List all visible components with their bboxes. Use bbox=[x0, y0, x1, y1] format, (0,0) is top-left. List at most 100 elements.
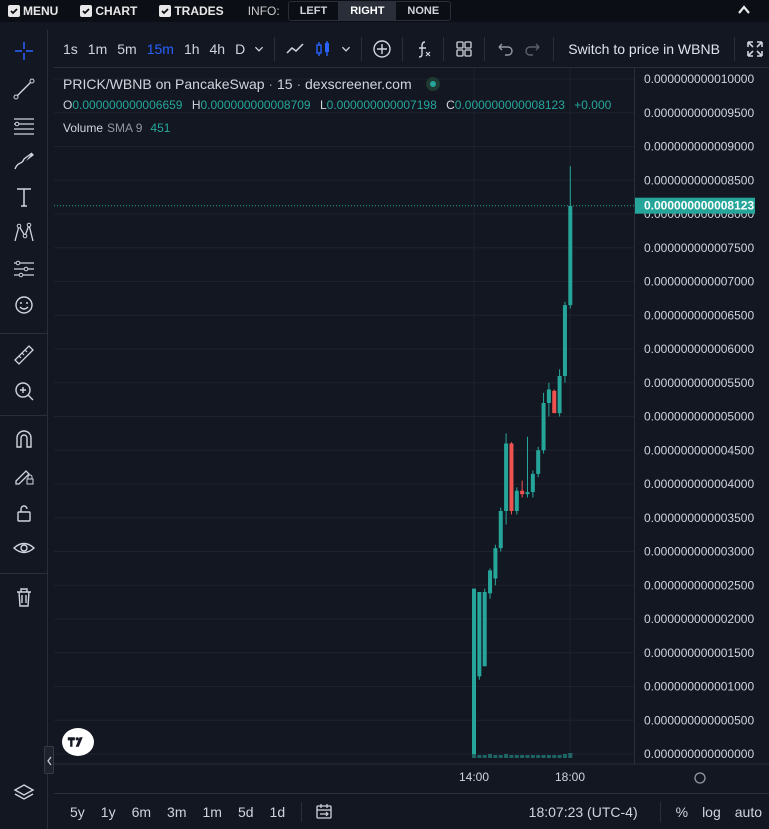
zoom-in-icon[interactable] bbox=[11, 378, 37, 404]
fullscreen-icon[interactable] bbox=[741, 35, 769, 63]
candle-body bbox=[514, 490, 519, 511]
candle-body bbox=[525, 492, 530, 495]
volume-value: 451 bbox=[150, 121, 171, 135]
candle-body bbox=[488, 570, 493, 594]
volume-sma-label: SMA 9 bbox=[107, 121, 143, 135]
ohlc-readout: O0.000000000006659 H0.000000000008709 L0… bbox=[63, 98, 631, 112]
pattern-tool-icon[interactable] bbox=[11, 220, 37, 246]
ruler-icon[interactable] bbox=[11, 342, 37, 368]
chart-legend: PRICK/WBNB on PancakeSwap · 15 · dexscre… bbox=[63, 76, 440, 92]
candle-body bbox=[498, 511, 503, 549]
crosshair-icon[interactable] bbox=[11, 38, 37, 64]
range-1m[interactable]: 1m bbox=[195, 804, 230, 820]
chevron-down-icon[interactable] bbox=[337, 35, 355, 63]
info-option-left[interactable]: LEFT bbox=[289, 2, 340, 20]
change-value: +0.000 bbox=[574, 98, 612, 112]
top-menu-bar: MENU CHART TRADES INFO: LEFT RIGHT NONE bbox=[0, 0, 769, 22]
function-icon[interactable] bbox=[409, 35, 437, 63]
toolbar-divider bbox=[361, 36, 363, 61]
volume-bar bbox=[509, 755, 514, 758]
pair-name: PRICK/WBNB on PancakeSwap bbox=[63, 76, 265, 92]
settings-gear-icon[interactable] bbox=[694, 772, 706, 784]
candlestick-icon[interactable] bbox=[309, 35, 337, 63]
volume-bar bbox=[514, 755, 519, 758]
trend-line-icon[interactable] bbox=[11, 76, 37, 102]
toolbar-divider bbox=[402, 36, 404, 61]
volume-bar bbox=[498, 755, 503, 758]
range-3m[interactable]: 3m bbox=[159, 804, 194, 820]
candle-body bbox=[477, 592, 482, 677]
tradingview-logo[interactable] bbox=[62, 728, 94, 756]
chevron-up-icon[interactable] bbox=[737, 3, 751, 17]
lock-drawing-icon[interactable] bbox=[11, 462, 37, 488]
info-label: INFO: bbox=[247, 4, 280, 18]
candle-body bbox=[493, 548, 498, 579]
volume-bar bbox=[488, 754, 493, 758]
interval-label: 15 bbox=[276, 76, 293, 92]
trades-label: TRADES bbox=[174, 4, 224, 18]
info-option-right[interactable]: RIGHT bbox=[339, 2, 397, 20]
timeframe-4h[interactable]: 4h bbox=[205, 41, 231, 57]
candle-body bbox=[482, 592, 487, 667]
toolbar-divider bbox=[484, 36, 486, 61]
toolbar-divider bbox=[0, 333, 48, 334]
switch-price-button[interactable]: Switch to price in WBNB bbox=[560, 41, 728, 57]
text-tool-icon[interactable] bbox=[11, 184, 37, 210]
redo-icon[interactable] bbox=[519, 35, 547, 63]
clock-timezone[interactable]: 18:07:23 (UTC-4) bbox=[529, 804, 638, 820]
volume-bar bbox=[568, 753, 573, 758]
add-indicator-icon[interactable] bbox=[368, 35, 396, 63]
emoji-icon[interactable] bbox=[11, 292, 37, 318]
timeframe-1m[interactable]: 1m bbox=[83, 41, 112, 57]
horizontal-lines-icon[interactable] bbox=[11, 112, 37, 138]
undo-icon[interactable] bbox=[491, 35, 519, 63]
line-chart-icon[interactable] bbox=[281, 35, 309, 63]
trades-toggle[interactable]: TRADES bbox=[159, 4, 224, 18]
volume-bar bbox=[493, 755, 498, 758]
timeframe-5m[interactable]: 5m bbox=[112, 41, 141, 57]
source-label: dexscreener.com bbox=[305, 76, 412, 92]
brush-icon[interactable] bbox=[11, 148, 37, 174]
range-5y[interactable]: 5y bbox=[62, 804, 93, 820]
toolbar-divider bbox=[0, 415, 48, 416]
candle-body bbox=[509, 443, 514, 511]
volume-bar bbox=[562, 754, 567, 758]
status-dot-icon bbox=[425, 77, 440, 91]
collapse-toolbar-button[interactable] bbox=[44, 746, 54, 774]
candle-body bbox=[546, 389, 551, 403]
range-1d[interactable]: 1d bbox=[262, 804, 294, 820]
menu-toggle[interactable]: MENU bbox=[8, 4, 58, 18]
eye-icon[interactable] bbox=[11, 535, 37, 561]
chevron-down-icon[interactable] bbox=[250, 35, 268, 63]
toolbar-divider bbox=[659, 801, 661, 822]
checkbox-icon bbox=[8, 5, 20, 17]
x-tick-label: 18:00 bbox=[555, 770, 585, 784]
timeframe-d[interactable]: D bbox=[230, 41, 250, 57]
range-1y[interactable]: 1y bbox=[93, 804, 124, 820]
candle-body bbox=[536, 450, 541, 474]
range-6m[interactable]: 6m bbox=[124, 804, 159, 820]
layout-grid-icon[interactable] bbox=[450, 35, 478, 63]
trash-icon[interactable] bbox=[11, 584, 37, 610]
percent-scale-button[interactable]: % bbox=[669, 804, 695, 820]
timeframe-1s[interactable]: 1s bbox=[58, 41, 83, 57]
volume-bar bbox=[530, 755, 535, 758]
timeframe-15m[interactable]: 15m bbox=[142, 41, 179, 57]
date-range-icon[interactable] bbox=[310, 798, 338, 826]
log-scale-button[interactable]: log bbox=[695, 804, 728, 820]
range-5d[interactable]: 5d bbox=[230, 804, 262, 820]
toolbar-divider bbox=[274, 36, 276, 61]
lock-icon[interactable] bbox=[11, 500, 37, 526]
magnet-icon[interactable] bbox=[11, 426, 37, 452]
prediction-tool-icon[interactable] bbox=[11, 256, 37, 282]
low-value: 0.000000000007198 bbox=[326, 98, 437, 112]
auto-scale-button[interactable]: auto bbox=[728, 804, 769, 820]
tradingview-logo-icon bbox=[67, 737, 83, 747]
layers-icon[interactable] bbox=[11, 780, 37, 806]
candle-body bbox=[472, 588, 476, 754]
chart-toggle[interactable]: CHART bbox=[80, 4, 137, 18]
chart-toolbar: 1s 1m 5m 15m 1h 4h D Switch to price in … bbox=[54, 30, 769, 68]
price-axis[interactable] bbox=[634, 68, 769, 764]
info-option-none[interactable]: NONE bbox=[396, 2, 450, 20]
timeframe-1h[interactable]: 1h bbox=[179, 41, 205, 57]
